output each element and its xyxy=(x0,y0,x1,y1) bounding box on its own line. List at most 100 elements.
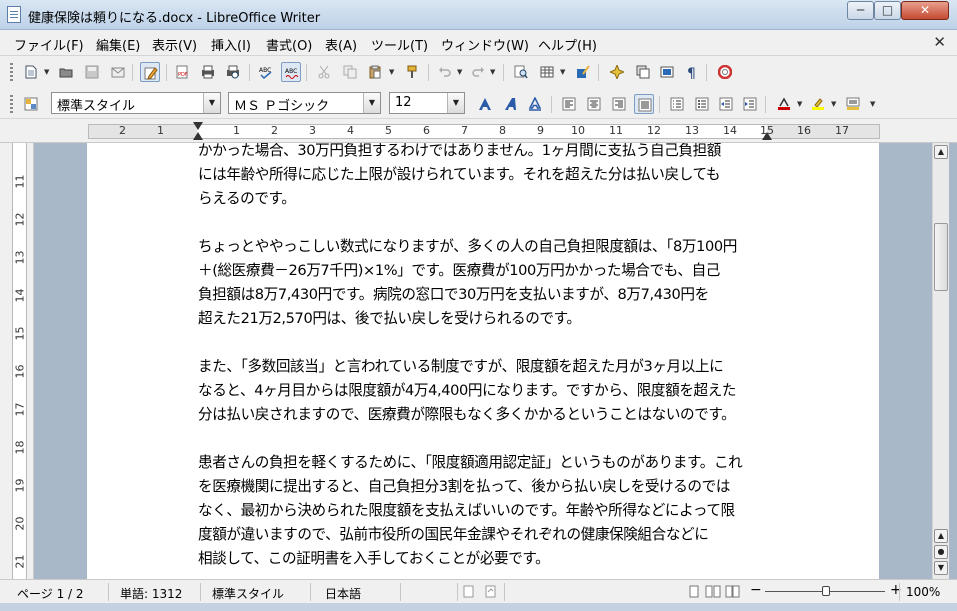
italic-icon[interactable] xyxy=(500,94,520,114)
page-style[interactable]: 標準スタイル xyxy=(212,585,284,602)
copy-icon[interactable] xyxy=(340,62,360,82)
align-right-icon[interactable] xyxy=(609,94,629,114)
formatting-marks-icon[interactable]: ¶ xyxy=(682,62,702,82)
ruler-label: 16 xyxy=(797,124,811,137)
edit-mode-icon[interactable] xyxy=(140,62,160,82)
navigator-icon[interactable] xyxy=(607,62,627,82)
background-color-icon[interactable] xyxy=(843,94,863,114)
paste-icon[interactable] xyxy=(365,62,385,82)
menu-insert[interactable]: 挿入(I) xyxy=(211,35,251,54)
show-draw-functions-icon[interactable] xyxy=(573,62,593,82)
save-icon[interactable] xyxy=(82,62,102,82)
font-size-combo[interactable]: 12 ▼ xyxy=(389,92,465,114)
scroll-up-button[interactable]: ▲ xyxy=(934,145,948,159)
previous-page-button[interactable]: ▲ xyxy=(934,529,948,543)
align-center-icon[interactable] xyxy=(584,94,604,114)
zoom-percentage[interactable]: 100% xyxy=(906,585,940,599)
body-paragraph[interactable]: ちょっとややっこしい数式になりますが、多くの人の自己負担限度額は、「8万100円… xyxy=(198,235,770,331)
export-pdf-icon[interactable]: PDF xyxy=(172,62,192,82)
svg-text:¶: ¶ xyxy=(687,66,696,79)
ruler-label: 1 xyxy=(233,124,240,137)
toolbar-grip[interactable] xyxy=(10,95,13,113)
document-workspace[interactable]: かかった場合、30万円負担するわけではありません。1ヶ月間に支払う自己負担額 に… xyxy=(35,143,932,579)
zoom-slider-handle[interactable] xyxy=(822,586,830,596)
new-document-icon[interactable] xyxy=(21,62,41,82)
bold-icon[interactable] xyxy=(475,94,495,114)
chevron-down-icon[interactable]: ▼ xyxy=(447,93,464,113)
spelling-icon[interactable]: ABC xyxy=(256,62,276,82)
underline-icon[interactable] xyxy=(525,94,545,114)
decrease-indent-icon[interactable] xyxy=(716,94,736,114)
zoom-out-button[interactable]: − xyxy=(750,582,762,598)
ruler-label: 15 xyxy=(13,326,27,341)
paragraph-style-combo[interactable]: 標準スタイル ▼ xyxy=(51,92,221,114)
close-window-button[interactable]: ✕ xyxy=(901,1,949,20)
increase-indent-icon[interactable] xyxy=(740,94,760,114)
styles-formatting-icon[interactable] xyxy=(21,94,41,114)
menu-help[interactable]: ヘルプ(H) xyxy=(538,35,597,54)
open-folder-icon[interactable] xyxy=(56,62,76,82)
document-modified-icon[interactable] xyxy=(485,585,497,601)
cut-icon[interactable] xyxy=(314,62,334,82)
ruler-label: 1 xyxy=(157,124,164,137)
menu-file[interactable]: ファイル(F) xyxy=(14,35,84,54)
body-paragraph[interactable]: かかった場合、30万円負担するわけではありません。1ヶ月間に支払う自己負担額 に… xyxy=(198,143,770,211)
email-icon[interactable] xyxy=(108,62,128,82)
redo-icon[interactable] xyxy=(468,62,488,82)
left-indent-marker[interactable] xyxy=(193,132,203,140)
body-paragraph[interactable]: 患者さんの負担を軽くするために、「限度額適用認定証」というものがあります。これ … xyxy=(198,451,770,571)
language[interactable]: 日本語 xyxy=(325,585,361,602)
numbering-icon[interactable] xyxy=(667,94,687,114)
find-replace-icon[interactable] xyxy=(511,62,531,82)
edit-mode-status-icon[interactable] xyxy=(463,585,475,601)
ruler-label: 6 xyxy=(423,124,430,137)
menu-view[interactable]: 表示(V) xyxy=(152,35,197,54)
scrollbar-thumb[interactable] xyxy=(934,223,948,291)
navigation-icon[interactable]: ● xyxy=(934,545,948,559)
gallery-icon[interactable] xyxy=(633,62,653,82)
next-page-button[interactable]: ▼ xyxy=(934,561,948,575)
font-name-combo[interactable]: ＭＳ Ｐゴシック ▼ xyxy=(228,92,381,114)
vertical-scrollbar[interactable]: ▲ ▲ ● ▼ xyxy=(932,143,949,579)
body-paragraph[interactable]: また、「多数回該当」と言われている制度ですが、限度額を超えた月が3ヶ月以上に な… xyxy=(198,355,770,427)
page-count[interactable]: ページ 1 / 2 xyxy=(17,585,84,602)
clone-formatting-icon[interactable] xyxy=(402,62,422,82)
book-view-icon[interactable] xyxy=(725,585,741,601)
undo-icon[interactable] xyxy=(435,62,455,82)
help-lifebuoy-icon[interactable] xyxy=(715,62,735,82)
close-document-button[interactable]: ✕ xyxy=(933,33,946,51)
multi-page-view-icon[interactable] xyxy=(705,585,721,601)
first-line-indent-marker[interactable] xyxy=(193,122,203,130)
auto-spellcheck-icon[interactable]: ABC xyxy=(281,62,301,82)
minimize-button[interactable]: ─ xyxy=(847,1,874,20)
align-left-icon[interactable] xyxy=(559,94,579,114)
menu-window[interactable]: ウィンドウ(W) xyxy=(441,35,529,54)
horizontal-ruler[interactable]: 2 1 1 2 3 4 5 6 7 8 9 10 11 12 13 14 15 … xyxy=(0,119,957,143)
bullets-icon[interactable] xyxy=(692,94,712,114)
window-title: 健康保険は頼りになる.docx - LibreOffice Writer xyxy=(28,11,321,26)
menu-edit[interactable]: 編集(E) xyxy=(96,35,140,54)
toolbar-grip[interactable] xyxy=(10,63,13,81)
ruler-label: 4 xyxy=(347,124,354,137)
single-page-view-icon[interactable] xyxy=(688,585,700,601)
chevron-down-icon[interactable]: ▼ xyxy=(363,93,380,113)
document-page[interactable]: かかった場合、30万円負担するわけではありません。1ヶ月間に支払う自己負担額 に… xyxy=(87,143,879,579)
font-size-value: 12 xyxy=(395,95,412,110)
vertical-ruler[interactable]: 11 12 13 14 15 16 17 18 19 20 21 xyxy=(0,143,34,579)
insert-table-icon[interactable] xyxy=(537,62,557,82)
justify-icon[interactable] xyxy=(634,94,654,114)
right-indent-marker[interactable] xyxy=(762,132,772,140)
menu-format[interactable]: 書式(O) xyxy=(266,35,312,54)
print-preview-icon[interactable] xyxy=(223,62,243,82)
maximize-button[interactable]: □ xyxy=(874,1,901,20)
highlighting-icon[interactable] xyxy=(808,94,828,114)
data-sources-icon[interactable] xyxy=(657,62,677,82)
formatting-toolbar: 標準スタイル ▼ ＭＳ Ｐゴシック ▼ 12 ▼ ▼ ▼ ▼ xyxy=(0,88,957,119)
font-color-icon[interactable] xyxy=(774,94,794,114)
window-bottom-border xyxy=(0,603,957,611)
chevron-down-icon[interactable]: ▼ xyxy=(203,93,220,113)
print-icon[interactable] xyxy=(198,62,218,82)
word-count[interactable]: 単語: 1312 xyxy=(120,585,182,602)
menu-table[interactable]: 表(A) xyxy=(325,35,357,54)
menu-tools[interactable]: ツール(T) xyxy=(371,35,428,54)
